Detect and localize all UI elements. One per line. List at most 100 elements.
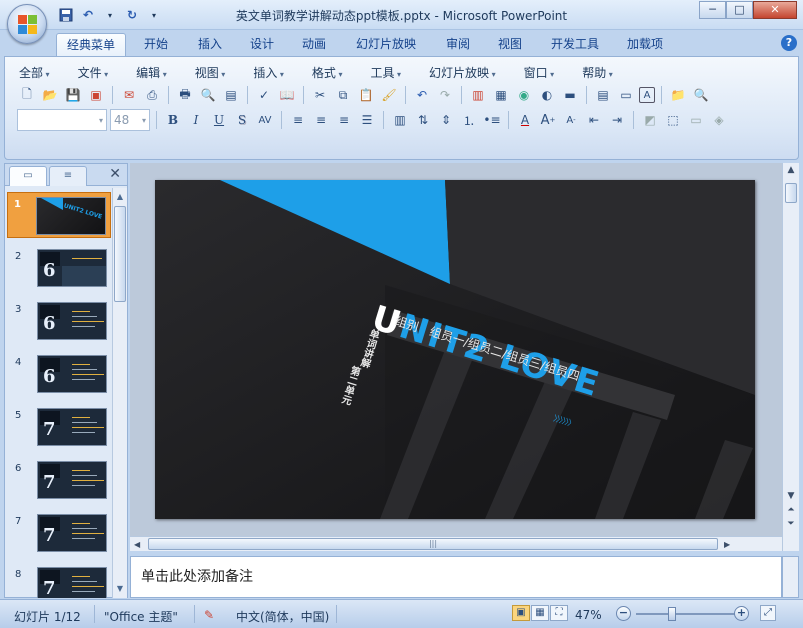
- scroll-down-icon[interactable]: ▼: [114, 582, 126, 596]
- character-spacing-icon[interactable]: AV: [255, 110, 275, 130]
- scrollbar-thumb[interactable]: |||: [148, 538, 718, 550]
- numbering-icon[interactable]: ⒈: [459, 110, 479, 130]
- menu-view[interactable]: 视图: [189, 63, 234, 83]
- menu-insert[interactable]: 插入: [247, 63, 292, 83]
- italic-button[interactable]: I: [186, 110, 206, 130]
- close-icon[interactable]: ✕: [109, 166, 121, 182]
- copy-icon[interactable]: ⧉: [333, 85, 353, 105]
- shadow-button[interactable]: S: [232, 110, 252, 130]
- zoom-out-button[interactable]: −: [616, 606, 631, 621]
- zoom-slider-knob[interactable]: [668, 607, 677, 621]
- minimize-button[interactable]: ─: [699, 1, 726, 19]
- menu-edit[interactable]: 编辑: [130, 63, 175, 83]
- paste-icon[interactable]: 📋: [356, 85, 376, 105]
- thumbnail-scrollbar[interactable]: ▲ ▼: [112, 188, 127, 598]
- notes-scrollbar[interactable]: [782, 556, 799, 598]
- slide-vertical-scrollbar[interactable]: ▲ ▼ ⏶ ⏷: [782, 163, 799, 551]
- format-painter-icon[interactable]: 🖌: [379, 85, 399, 105]
- tab-animation[interactable]: 动画: [292, 33, 336, 56]
- menu-window[interactable]: 窗口: [518, 63, 563, 83]
- shape-fill-icon[interactable]: ◈: [709, 110, 729, 130]
- scrollbar-thumb[interactable]: [114, 206, 126, 302]
- slide-horizontal-scrollbar[interactable]: ◀ ||| ▶: [130, 536, 782, 551]
- slide-layout-icon[interactable]: ▬: [560, 85, 580, 105]
- tab-insert[interactable]: 插入: [188, 33, 232, 56]
- preview-icon[interactable]: 🔍: [198, 85, 218, 105]
- tab-developer[interactable]: 开发工具: [541, 33, 609, 56]
- slide-thumbnail[interactable]: 26: [9, 245, 109, 291]
- slide-thumbnail[interactable]: 1 UNIT2 LOVE: [7, 192, 111, 238]
- color-grayscale-icon[interactable]: ◐: [537, 85, 557, 105]
- theme-name[interactable]: "Office 主题": [104, 608, 178, 625]
- menu-help[interactable]: 帮助: [576, 63, 621, 83]
- slide-thumbnail[interactable]: 87: [9, 563, 109, 598]
- arrange-icon[interactable]: ⬚: [663, 110, 683, 130]
- tab-addins[interactable]: 加载项: [617, 33, 673, 56]
- research-icon[interactable]: ▤: [221, 85, 241, 105]
- increase-font-icon[interactable]: A +: [538, 110, 558, 130]
- align-left-icon[interactable]: ≡: [288, 110, 308, 130]
- font-color-button[interactable]: A: [515, 110, 535, 130]
- menu-tools[interactable]: 工具: [364, 63, 409, 83]
- slide-thumbnail[interactable]: 46: [9, 351, 109, 397]
- underline-button[interactable]: U: [209, 110, 229, 130]
- slide-design-icon[interactable]: ▭: [616, 85, 636, 105]
- find-icon[interactable]: 🔍: [691, 85, 711, 105]
- bullets-icon[interactable]: •≡: [482, 110, 502, 130]
- cut-icon[interactable]: ✂: [310, 85, 330, 105]
- menu-file[interactable]: 文件: [72, 63, 117, 83]
- align-center-icon[interactable]: ≡: [311, 110, 331, 130]
- permission-icon[interactable]: ▣: [86, 85, 106, 105]
- insert-smartart-icon[interactable]: ◉: [514, 85, 534, 105]
- tab-slides[interactable]: ▭: [9, 166, 47, 186]
- decrease-font-icon[interactable]: A-: [561, 110, 581, 130]
- scrollbar-thumb[interactable]: [785, 183, 797, 203]
- open-folder-icon[interactable]: 📂: [40, 85, 60, 105]
- tab-view[interactable]: 视图: [488, 33, 532, 56]
- font-name-select[interactable]: ▾: [17, 109, 107, 131]
- tab-review[interactable]: 审阅: [436, 33, 480, 56]
- fit-to-window-button[interactable]: ⤢: [760, 605, 776, 621]
- menu-all[interactable]: 全部: [13, 63, 58, 83]
- zoom-level[interactable]: 47%: [575, 608, 602, 622]
- language-indicator[interactable]: 中文(简体，中国): [236, 608, 329, 625]
- scroll-right-icon[interactable]: ▶: [724, 537, 730, 552]
- scroll-up-icon[interactable]: ▲: [114, 190, 126, 204]
- close-button[interactable]: ✕: [753, 1, 797, 19]
- thesaurus-icon[interactable]: 📖: [277, 85, 297, 105]
- proofing-icon[interactable]: ✎: [204, 608, 214, 622]
- new-document-icon[interactable]: 🗋: [17, 85, 37, 105]
- save-icon[interactable]: 💾: [63, 85, 83, 105]
- line-spacing-icon[interactable]: ⇕: [436, 110, 456, 130]
- bold-button[interactable]: B: [163, 110, 183, 130]
- tab-home[interactable]: 开始: [134, 33, 178, 56]
- next-slide-icon[interactable]: ⏷: [785, 519, 797, 529]
- font-size-select[interactable]: 48 ▾: [110, 109, 150, 131]
- scroll-up-icon[interactable]: ▲: [785, 165, 797, 175]
- justify-icon[interactable]: ☰: [357, 110, 377, 130]
- undo-icon[interactable]: ↶: [412, 85, 432, 105]
- slide-sorter-button[interactable]: ▦: [531, 605, 549, 621]
- zoom-in-button[interactable]: +: [734, 606, 749, 621]
- scroll-down-icon[interactable]: ▼: [785, 491, 797, 501]
- columns-icon[interactable]: ▥: [390, 110, 410, 130]
- tab-classic-menu[interactable]: 经典菜单: [56, 33, 127, 56]
- quick-styles-icon[interactable]: ▭: [686, 110, 706, 130]
- slide-thumbnail[interactable]: 57: [9, 404, 109, 450]
- open-folder-icon[interactable]: 📁: [668, 85, 688, 105]
- menu-format[interactable]: 格式: [306, 63, 351, 83]
- increase-indent-icon[interactable]: ⇥: [607, 110, 627, 130]
- text-box-icon[interactable]: A: [639, 87, 655, 103]
- notes-pane[interactable]: 单击此处添加备注: [130, 556, 782, 598]
- redo-icon[interactable]: ↷: [435, 85, 455, 105]
- tab-design[interactable]: 设计: [240, 33, 284, 56]
- help-icon[interactable]: ?: [781, 35, 797, 51]
- tab-slideshow[interactable]: 幻灯片放映: [346, 33, 426, 56]
- slide-thumbnail[interactable]: 67: [9, 457, 109, 503]
- slideshow-view-button[interactable]: ⛶: [550, 605, 568, 621]
- insert-table-icon[interactable]: ▦: [491, 85, 511, 105]
- spelling-icon[interactable]: ✓: [254, 85, 274, 105]
- office-button[interactable]: [7, 4, 47, 44]
- slide-thumbnail[interactable]: 77: [9, 510, 109, 556]
- text-direction-icon[interactable]: ⇅: [413, 110, 433, 130]
